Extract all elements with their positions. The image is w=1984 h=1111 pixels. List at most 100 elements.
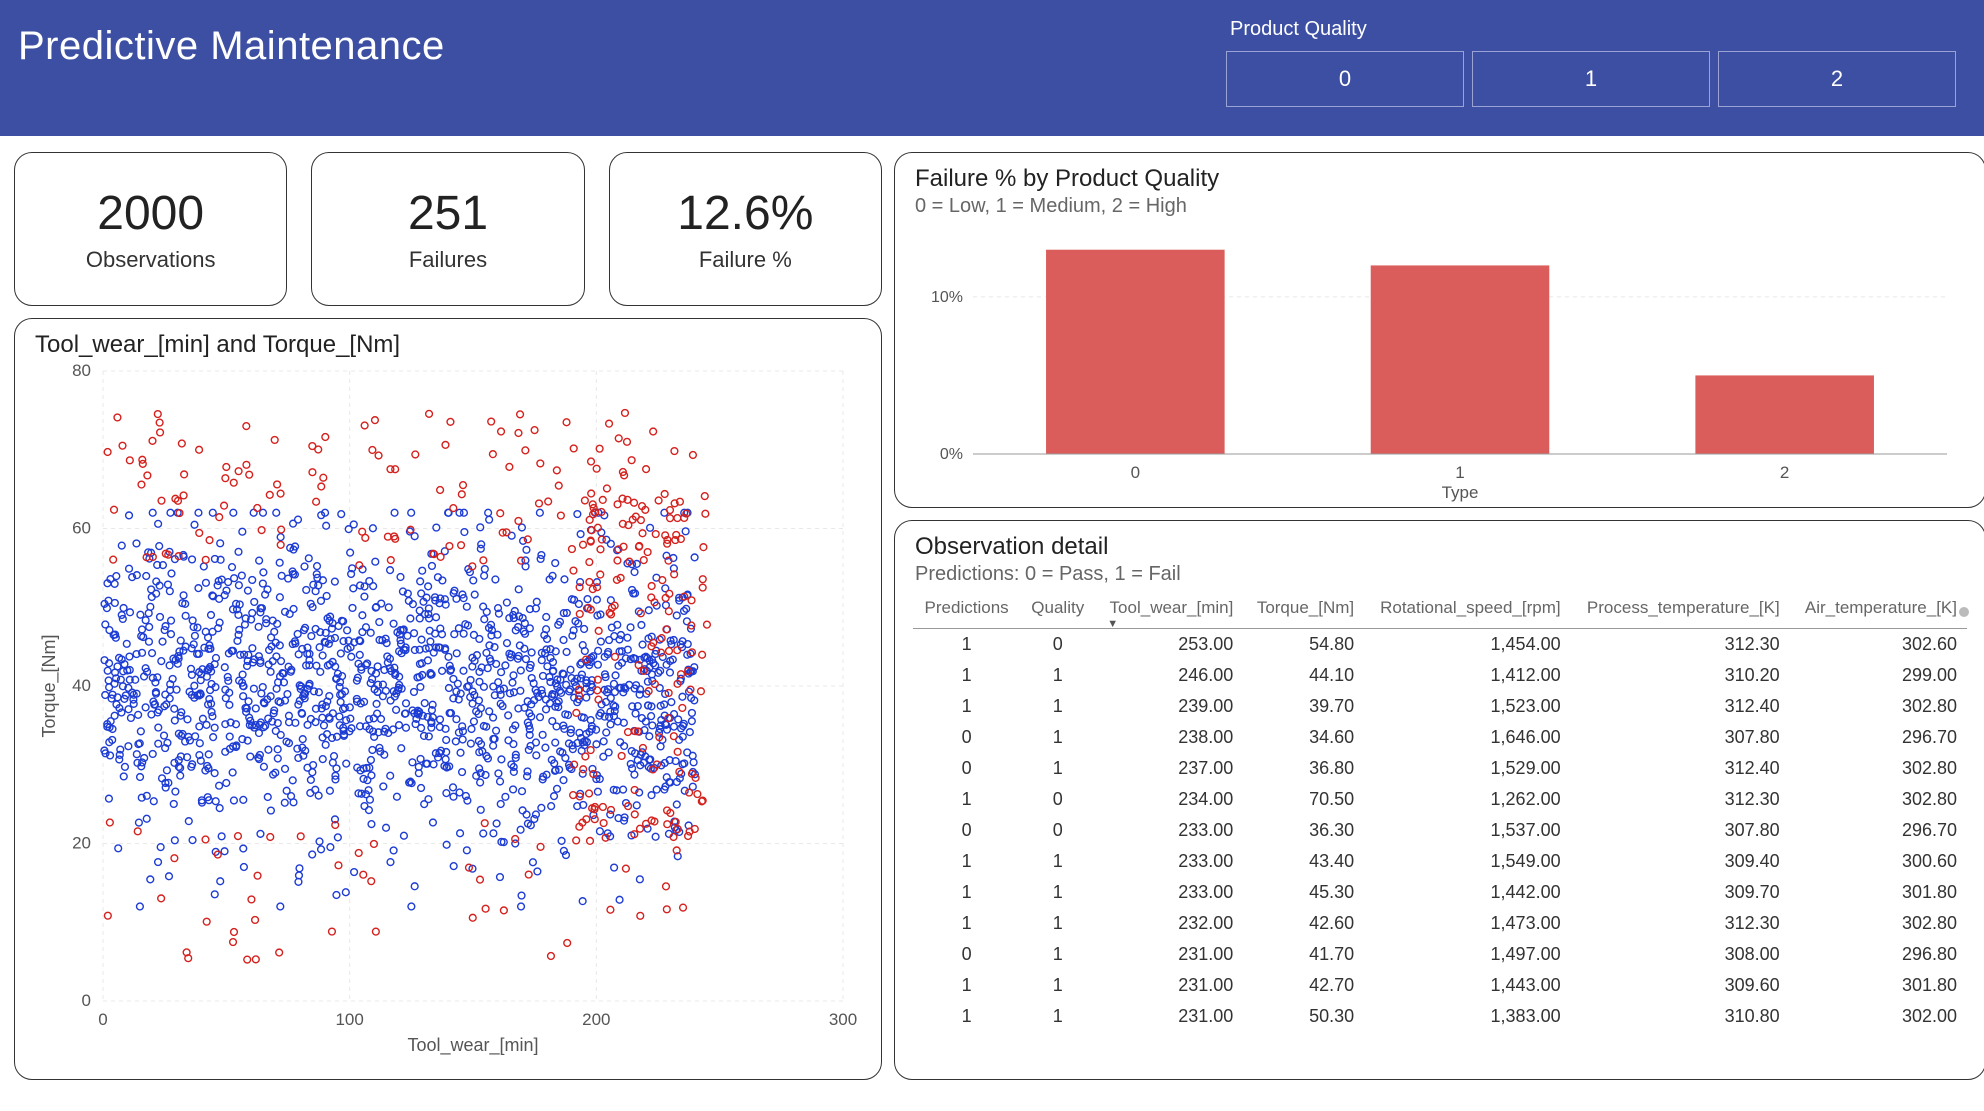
table-cell: 237.00 (1095, 753, 1243, 784)
table-cell: 1 (913, 877, 1020, 908)
table-row[interactable]: 11246.0044.101,412.00310.20299.00 (913, 660, 1967, 691)
svg-text:60: 60 (72, 519, 91, 538)
slicer-option-1[interactable]: 1 (1472, 51, 1710, 107)
table-cell: 1 (1020, 939, 1095, 970)
kpi-value: 12.6% (677, 186, 813, 241)
table-cell: 1,646.00 (1364, 722, 1570, 753)
table-row[interactable]: 10253.0054.801,454.00312.30302.60 (913, 629, 1967, 661)
table-header-cell[interactable]: Process_temperature_[K] (1571, 592, 1790, 629)
table-cell: 1,523.00 (1364, 691, 1570, 722)
table-cell: 1,529.00 (1364, 753, 1570, 784)
table-cell: 299.00 (1790, 660, 1967, 691)
kpi-label: Failure % (699, 247, 792, 273)
table-cell: 302.80 (1790, 908, 1967, 939)
table-cell: 310.20 (1571, 660, 1790, 691)
kpi-row: 2000 Observations 251 Failures 12.6% Fai… (14, 152, 882, 306)
table-cell: 1 (913, 629, 1020, 661)
table-cell: 0 (913, 722, 1020, 753)
table-cell: 42.60 (1243, 908, 1364, 939)
table-cell: 36.30 (1243, 815, 1364, 846)
table-header-cell[interactable]: Quality (1020, 592, 1095, 629)
table-cell: 1 (1020, 970, 1095, 1001)
table-row[interactable]: 01237.0036.801,529.00312.40302.80 (913, 753, 1967, 784)
slicer-option-2[interactable]: 2 (1718, 51, 1956, 107)
table-header-cell[interactable]: Predictions (913, 592, 1020, 629)
product-quality-slicer: Product Quality 0 1 2 (1226, 18, 1956, 107)
table-row[interactable]: 01238.0034.601,646.00307.80296.70 (913, 722, 1967, 753)
table-cell: 44.10 (1243, 660, 1364, 691)
app-header: Predictive Maintenance Product Quality 0… (0, 0, 1984, 136)
table-title: Observation detail (915, 533, 1967, 561)
table-cell: 1,549.00 (1364, 846, 1570, 877)
table-row[interactable]: 10234.0070.501,262.00312.30302.80 (913, 784, 1967, 815)
svg-text:Torque_[Nm]: Torque_[Nm] (39, 634, 60, 737)
table-cell: 312.30 (1571, 784, 1790, 815)
table-row[interactable]: 01231.0041.701,497.00308.00296.80 (913, 939, 1967, 970)
table-header-cell[interactable]: Air_temperature_[K] (1790, 592, 1967, 629)
table-row[interactable]: 11231.0042.701,443.00309.60301.80 (913, 970, 1967, 1001)
table-cell: 41.70 (1243, 939, 1364, 970)
table-cell: 301.80 (1790, 970, 1967, 1001)
table-row[interactable]: 11231.0050.301,383.00310.80302.00 (913, 1001, 1967, 1032)
table-cell: 310.80 (1571, 1001, 1790, 1032)
table-row[interactable]: 00233.0036.301,537.00307.80296.70 (913, 815, 1967, 846)
table-cell: 36.80 (1243, 753, 1364, 784)
table-cell: 232.00 (1095, 908, 1243, 939)
table-header-cell[interactable]: Tool_wear_[min] (1095, 592, 1243, 629)
table-cell: 1 (1020, 908, 1095, 939)
svg-text:100: 100 (335, 1010, 363, 1029)
table-cell: 0 (913, 753, 1020, 784)
table-cell: 0 (913, 815, 1020, 846)
table-card: Observation detail Predictions: 0 = Pass… (894, 520, 1984, 1080)
table-cell: 1 (913, 970, 1020, 1001)
slicer-buttons: 0 1 2 (1226, 51, 1956, 107)
table-cell: 1,383.00 (1364, 1001, 1570, 1032)
table-cell: 234.00 (1095, 784, 1243, 815)
table-cell: 0 (1020, 629, 1095, 661)
table-cell: 233.00 (1095, 846, 1243, 877)
table-header-cell[interactable]: Rotational_speed_[rpm] (1364, 592, 1570, 629)
table-cell: 1 (913, 784, 1020, 815)
table-subtitle: Predictions: 0 = Pass, 1 = Fail (915, 563, 1967, 586)
table-cell: 308.00 (1571, 939, 1790, 970)
svg-text:40: 40 (72, 676, 91, 695)
table-row[interactable]: 11233.0043.401,549.00309.40300.60 (913, 846, 1967, 877)
svg-text:0: 0 (1131, 463, 1140, 482)
table-cell: 238.00 (1095, 722, 1243, 753)
kpi-value: 251 (408, 186, 488, 241)
svg-text:200: 200 (582, 1010, 610, 1029)
slicer-option-0[interactable]: 0 (1226, 51, 1464, 107)
kpi-failures: 251 Failures (311, 152, 584, 306)
table-header-cell[interactable]: Torque_[Nm] (1243, 592, 1364, 629)
svg-text:0: 0 (82, 991, 91, 1010)
table-cell: 1 (1020, 1001, 1095, 1032)
table-cell: 1,262.00 (1364, 784, 1570, 815)
table-row[interactable]: 11232.0042.601,473.00312.30302.80 (913, 908, 1967, 939)
bar-chart[interactable]: 0%10%012Type (913, 224, 1967, 504)
table-cell: 1,412.00 (1364, 660, 1570, 691)
svg-text:300: 300 (829, 1010, 857, 1029)
table-cell: 312.40 (1571, 753, 1790, 784)
svg-text:0: 0 (98, 1010, 107, 1029)
svg-text:80: 80 (72, 361, 91, 380)
table-cell: 231.00 (1095, 970, 1243, 1001)
table-cell: 296.80 (1790, 939, 1967, 970)
table-cell: 309.70 (1571, 877, 1790, 908)
table-row[interactable]: 11239.0039.701,523.00312.40302.80 (913, 691, 1967, 722)
page-title: Predictive Maintenance (18, 24, 445, 69)
table-cell: 1,473.00 (1364, 908, 1570, 939)
table-cell: 231.00 (1095, 939, 1243, 970)
kpi-label: Failures (409, 247, 487, 273)
table-cell: 0 (1020, 815, 1095, 846)
table-cell: 1,442.00 (1364, 877, 1570, 908)
table-row[interactable]: 11233.0045.301,442.00309.70301.80 (913, 877, 1967, 908)
scatter-plot[interactable]: 0100200300020406080Tool_wear_[min]Torque… (33, 361, 863, 1061)
bar-subtitle: 0 = Low, 1 = Medium, 2 = High (915, 195, 1967, 218)
table-cell: 1 (1020, 691, 1095, 722)
table-scroll[interactable]: PredictionsQualityTool_wear_[min]Torque_… (913, 592, 1967, 1052)
kpi-failure-pct: 12.6% Failure % (609, 152, 882, 306)
table-cell: 1,443.00 (1364, 970, 1570, 1001)
table-cell: 1 (1020, 722, 1095, 753)
table-cell: 34.60 (1243, 722, 1364, 753)
bar-card: Failure % by Product Quality 0 = Low, 1 … (894, 152, 1984, 508)
